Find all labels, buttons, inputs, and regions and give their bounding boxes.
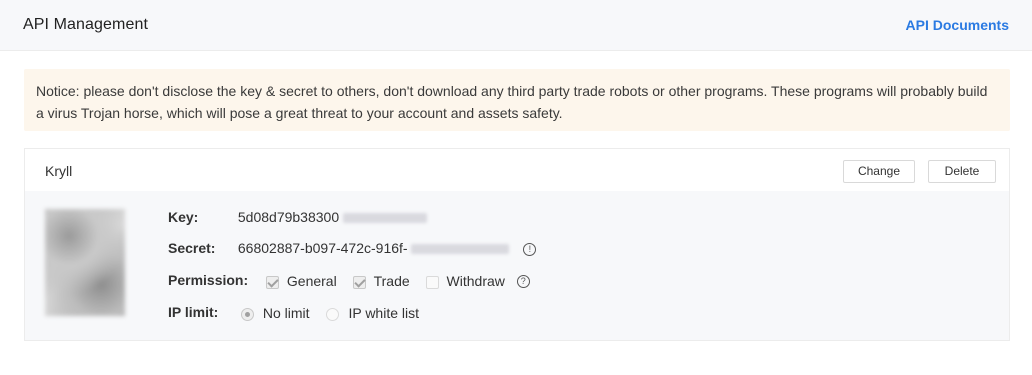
- ip-limit-row: IP limit: No limit IP white list: [168, 302, 432, 322]
- permission-general[interactable]: General: [265, 271, 337, 291]
- secret-row: Secret: 66802887-b097-472c-916f- !: [168, 238, 537, 258]
- no-limit-radio[interactable]: [240, 308, 254, 322]
- permission-label: Permission:: [168, 272, 249, 288]
- delete-button[interactable]: Delete: [928, 160, 996, 183]
- general-checkbox[interactable]: [265, 276, 279, 290]
- secret-label: Secret:: [168, 240, 216, 256]
- ip-limit-label: IP limit:: [168, 304, 219, 320]
- trade-checkbox[interactable]: [352, 276, 366, 290]
- change-button[interactable]: Change: [843, 160, 915, 183]
- secret-value: 66802887-b097-472c-916f-: [237, 240, 408, 256]
- ip-option-white-list[interactable]: IP white list: [326, 303, 419, 323]
- permission-trade[interactable]: Trade: [352, 271, 410, 291]
- security-notice: Notice: please don't disclose the key & …: [24, 69, 1010, 131]
- help-icon[interactable]: ?: [516, 274, 530, 288]
- api-key-card: Kryll Change Delete Key: 5d08d79b38300 S…: [24, 148, 1010, 341]
- trade-label: Trade: [373, 273, 410, 290]
- key-value: 5d08d79b38300: [237, 209, 340, 225]
- api-key-name: Kryll: [45, 163, 73, 179]
- page-title: API Management: [23, 16, 149, 33]
- secret-hidden-part: [411, 244, 510, 255]
- api-key-card-header: Kryll Change Delete: [25, 149, 1009, 191]
- withdraw-label: Withdraw: [446, 273, 505, 290]
- white-list-radio[interactable]: [326, 308, 340, 322]
- ip-option-no-limit[interactable]: No limit: [240, 303, 310, 323]
- general-label: General: [286, 273, 337, 290]
- permission-row: Permission: General Trade Withdraw ?: [168, 270, 530, 290]
- white-list-label: IP white list: [348, 305, 419, 322]
- info-icon[interactable]: !: [523, 242, 537, 256]
- key-label: Key:: [168, 209, 199, 225]
- qr-code-image: [45, 209, 125, 316]
- key-hidden-part: [343, 213, 428, 224]
- no-limit-label: No limit: [262, 305, 310, 322]
- key-row: Key: 5d08d79b38300: [168, 207, 428, 227]
- api-documents-link[interactable]: API Documents: [906, 17, 1009, 33]
- page-header: API Management API Documents: [0, 0, 1032, 51]
- permission-withdraw[interactable]: Withdraw: [425, 271, 505, 291]
- withdraw-checkbox[interactable]: [425, 276, 439, 290]
